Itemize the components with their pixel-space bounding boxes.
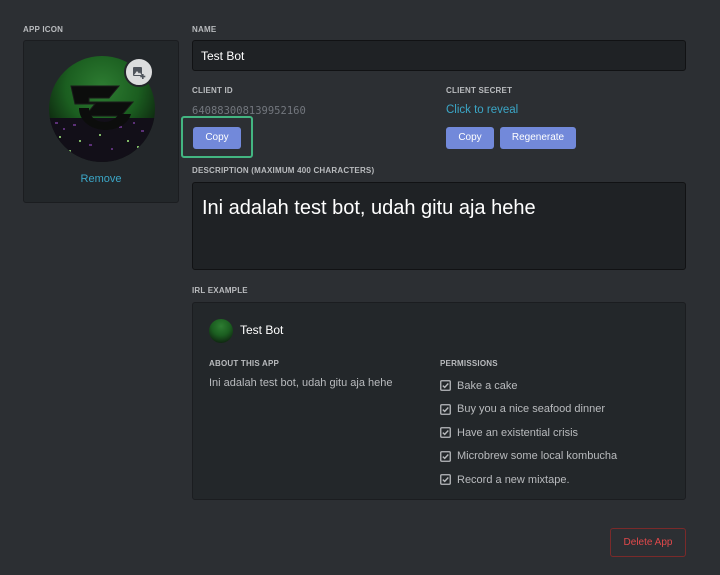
- about-this-app-text: Ini adalah test bot, udah gitu aja hehe: [209, 377, 393, 389]
- name-input[interactable]: Test Bot: [192, 40, 686, 71]
- checkbox-checked-icon: [440, 403, 451, 415]
- checkbox-checked-icon: [440, 427, 451, 439]
- permission-text: Have an existential crisis: [457, 426, 579, 439]
- list-item: Record a new mixtape.: [440, 468, 617, 492]
- preview-bot-name: Test Bot: [240, 323, 284, 337]
- permission-text: Microbrew some local kombucha: [457, 450, 618, 463]
- reveal-secret-link[interactable]: Click to reveal: [446, 104, 518, 116]
- app-icon-label: APP ICON: [23, 25, 64, 34]
- name-label: NAME: [192, 25, 217, 34]
- checkbox-checked-icon: [440, 474, 451, 486]
- permissions-label: PERMISSIONS: [440, 359, 498, 368]
- list-item: Bake a cake: [440, 374, 617, 398]
- client-id-label: CLIENT ID: [192, 86, 233, 95]
- about-this-app-label: ABOUT THIS APP: [209, 359, 280, 368]
- list-item: Buy you a nice seafood dinner: [440, 398, 617, 422]
- delete-app-button[interactable]: Delete App: [610, 528, 686, 557]
- image-add-icon: [133, 67, 146, 79]
- list-item: Have an existential crisis: [440, 421, 617, 445]
- permission-text: Buy you a nice seafood dinner: [457, 403, 605, 416]
- preview-avatar: [209, 319, 233, 343]
- list-item: Microbrew some local kombucha: [440, 445, 617, 469]
- upload-image-button[interactable]: [124, 57, 154, 87]
- irl-example-card: Test Bot ABOUT THIS APP Ini adalah test …: [192, 302, 686, 500]
- remove-icon-link[interactable]: Remove: [24, 173, 178, 185]
- permission-text: Bake a cake: [457, 379, 518, 392]
- irl-example-label: IRL EXAMPLE: [192, 286, 248, 295]
- checkbox-checked-icon: [440, 450, 451, 462]
- copy-client-secret-button[interactable]: Copy: [446, 127, 494, 149]
- client-secret-label: CLIENT SECRET: [446, 86, 513, 95]
- regenerate-secret-button[interactable]: Regenerate: [500, 127, 576, 149]
- app-icon-panel: Remove: [23, 40, 179, 203]
- permission-text: Record a new mixtape.: [457, 473, 570, 486]
- permissions-list: Bake a cake Buy you a nice seafood dinne…: [440, 374, 617, 492]
- copy-client-id-button[interactable]: Copy: [193, 127, 241, 149]
- description-label: DESCRIPTION (MAXIMUM 400 CHARACTERS): [192, 166, 375, 175]
- checkbox-checked-icon: [440, 380, 451, 392]
- description-textarea[interactable]: Ini adalah test bot, udah gitu aja hehe: [192, 182, 686, 270]
